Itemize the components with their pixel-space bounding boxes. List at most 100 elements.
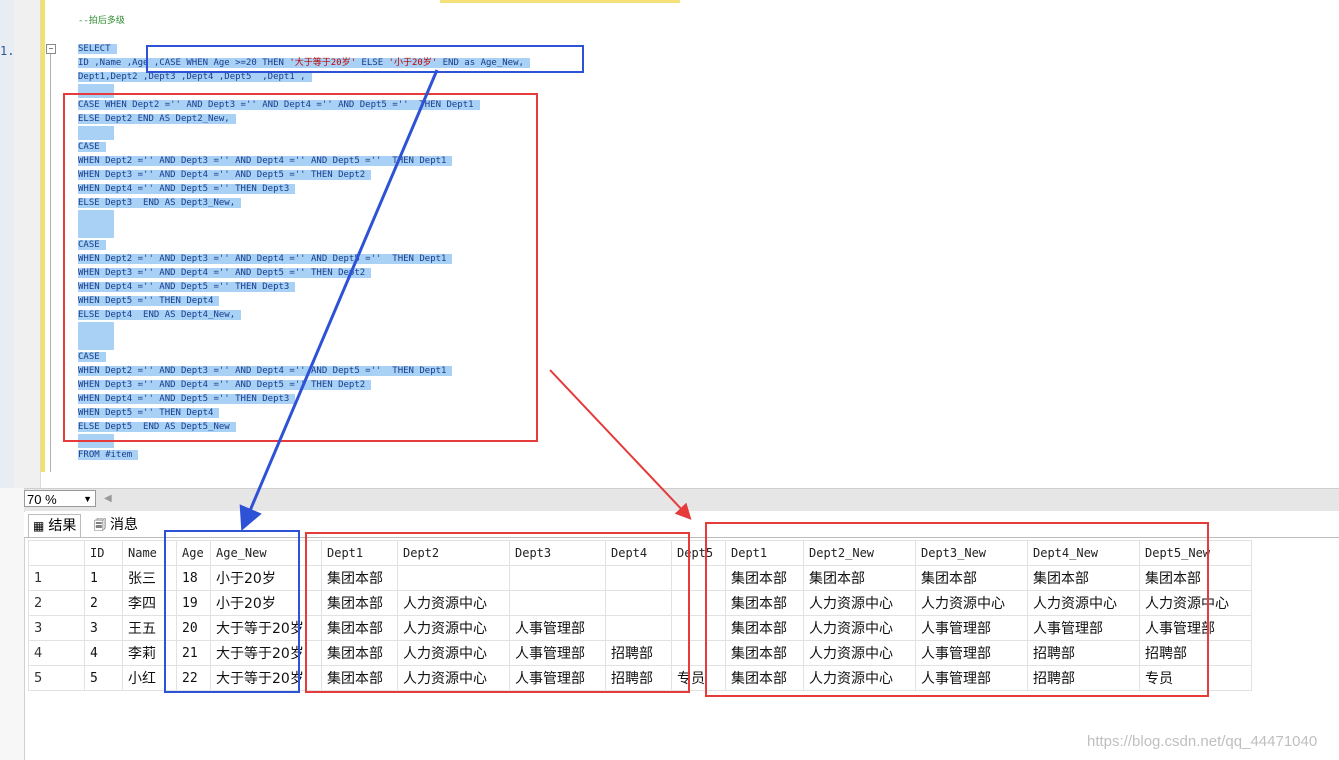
table-cell[interactable]: 大于等于20岁 [210, 615, 322, 641]
table-cell[interactable]: 人力资源中心 [1027, 590, 1140, 616]
table-cell[interactable]: 小红 [122, 665, 177, 691]
column-header[interactable]: Dept4 [605, 540, 672, 566]
row-number[interactable]: 3 [28, 615, 85, 641]
table-cell[interactable]: 3 [84, 615, 123, 641]
table-cell[interactable]: 人力资源中心 [397, 640, 510, 666]
table-cell[interactable]: 集团本部 [725, 665, 804, 691]
column-header[interactable]: Dept3 [509, 540, 606, 566]
column-header[interactable]: Dept4_New [1027, 540, 1140, 566]
column-header[interactable]: Dept2_New [803, 540, 916, 566]
table-cell[interactable]: 人力资源中心 [803, 615, 916, 641]
row-number[interactable]: 4 [28, 640, 85, 666]
table-cell[interactable] [671, 640, 726, 666]
row-number[interactable]: 1 [28, 565, 85, 591]
table-cell[interactable] [397, 565, 510, 591]
column-header[interactable]: Dept3_New [915, 540, 1028, 566]
table-cell[interactable]: 李四 [122, 590, 177, 616]
column-header[interactable]: Name [122, 540, 177, 566]
table-cell[interactable] [671, 615, 726, 641]
table-row[interactable]: 3 3 王五 20 大于等于20岁 集团本部 人力资源中心 人事管理部 集团本部 人力资源中心 人事… [28, 615, 1252, 641]
table-cell[interactable]: 人力资源中心 [803, 665, 916, 691]
row-number[interactable]: 2 [28, 590, 85, 616]
table-cell[interactable]: 王五 [122, 615, 177, 641]
table-cell[interactable]: 人力资源中心 [915, 590, 1028, 616]
table-cell[interactable]: 大于等于20岁 [210, 640, 322, 666]
table-cell[interactable]: 专员 [1139, 665, 1252, 691]
table-cell[interactable] [509, 565, 606, 591]
table-cell[interactable]: 人事管理部 [1139, 615, 1252, 641]
table-cell[interactable]: 人事管理部 [1027, 615, 1140, 641]
table-cell[interactable]: 集团本部 [321, 590, 398, 616]
table-row[interactable]: 5 5 小红 22 大于等于20岁 集团本部 人力资源中心 人事管理部 招聘部 专员 集团本部 人力资… [28, 665, 1252, 691]
table-cell[interactable]: 人事管理部 [915, 640, 1028, 666]
table-cell[interactable]: 集团本部 [321, 640, 398, 666]
table-cell[interactable]: 22 [176, 665, 211, 691]
zoom-dropdown[interactable]: 70 % ▼ [24, 490, 96, 507]
table-cell[interactable]: 集团本部 [321, 665, 398, 691]
table-cell[interactable] [671, 590, 726, 616]
column-header[interactable]: Dept1 [725, 540, 804, 566]
table-cell[interactable]: 招聘部 [1027, 665, 1140, 691]
table-cell[interactable]: 集团本部 [1027, 565, 1140, 591]
scroll-left-icon[interactable]: ◀ [104, 493, 112, 504]
column-header[interactable]: Dept2 [397, 540, 510, 566]
table-cell[interactable]: 招聘部 [1027, 640, 1140, 666]
table-cell[interactable]: 招聘部 [605, 640, 672, 666]
table-cell[interactable]: 集团本部 [321, 615, 398, 641]
table-cell[interactable]: 人力资源中心 [803, 590, 916, 616]
table-cell[interactable]: 20 [176, 615, 211, 641]
code-area[interactable]: --拍后多级 SELECT ID ,Name ,Age ,CASE WHEN Ag… [78, 14, 530, 462]
table-cell[interactable]: 李莉 [122, 640, 177, 666]
table-cell[interactable]: 张三 [122, 565, 177, 591]
table-cell[interactable]: 21 [176, 640, 211, 666]
tab-messages[interactable]: 🗐 消息 [90, 514, 142, 536]
table-cell[interactable]: 5 [84, 665, 123, 691]
table-cell[interactable]: 人事管理部 [509, 615, 606, 641]
table-cell[interactable]: 人事管理部 [915, 615, 1028, 641]
table-cell[interactable]: 1 [84, 565, 123, 591]
table-cell[interactable]: 大于等于20岁 [210, 665, 322, 691]
column-header[interactable]: Dept1 [321, 540, 398, 566]
column-header[interactable]: Dept5_New [1139, 540, 1252, 566]
table-cell[interactable]: 集团本部 [1139, 565, 1252, 591]
table-cell[interactable]: 人力资源中心 [397, 665, 510, 691]
table-cell[interactable]: 集团本部 [321, 565, 398, 591]
table-cell[interactable] [605, 590, 672, 616]
table-cell[interactable]: 集团本部 [803, 565, 916, 591]
table-cell[interactable]: 人力资源中心 [803, 640, 916, 666]
table-cell[interactable]: 集团本部 [915, 565, 1028, 591]
table-cell[interactable]: 人力资源中心 [397, 615, 510, 641]
table-cell[interactable]: 招聘部 [605, 665, 672, 691]
table-cell[interactable]: 人力资源中心 [397, 590, 510, 616]
collapse-toggle-icon[interactable]: − [46, 44, 56, 54]
table-cell[interactable]: 集团本部 [725, 590, 804, 616]
table-cell[interactable]: 人事管理部 [915, 665, 1028, 691]
table-cell[interactable]: 专员 [671, 665, 726, 691]
table-cell[interactable]: 小于20岁 [210, 590, 322, 616]
table-cell[interactable]: 招聘部 [1139, 640, 1252, 666]
table-cell[interactable] [605, 615, 672, 641]
column-header[interactable]: Age_New [210, 540, 322, 566]
table-cell[interactable] [671, 565, 726, 591]
table-cell[interactable]: 集团本部 [725, 565, 804, 591]
table-cell[interactable]: 集团本部 [725, 615, 804, 641]
table-row[interactable]: 4 4 李莉 21 大于等于20岁 集团本部 人力资源中心 人事管理部 招聘部 集团本部 人力资源中… [28, 640, 1252, 666]
results-grid[interactable]: ID Name Age Age_New Dept1 Dept2 Dept3 Dept4 Dept… [28, 540, 1252, 691]
column-header[interactable]: Age [176, 540, 211, 566]
column-header[interactable]: ID [84, 540, 123, 566]
row-header-corner[interactable] [28, 540, 85, 566]
table-cell[interactable] [605, 565, 672, 591]
row-number[interactable]: 5 [28, 665, 85, 691]
tab-results[interactable]: ▦ 结果 [28, 514, 82, 537]
table-cell[interactable]: 人事管理部 [509, 640, 606, 666]
table-cell[interactable]: 4 [84, 640, 123, 666]
table-cell[interactable]: 19 [176, 590, 211, 616]
table-row[interactable]: 2 2 李四 19 小于20岁 集团本部 人力资源中心 集团本部 人力资源中心 人力资源中心 人力资… [28, 590, 1252, 616]
table-cell[interactable]: 集团本部 [725, 640, 804, 666]
column-header[interactable]: Dept5 [671, 540, 726, 566]
table-cell[interactable]: 18 [176, 565, 211, 591]
table-cell[interactable]: 人力资源中心 [1139, 590, 1252, 616]
sql-editor[interactable]: 1. − --拍后多级 SELECT ID ,Name ,Age ,CASE WH… [0, 0, 1339, 488]
table-cell[interactable]: 2 [84, 590, 123, 616]
table-cell[interactable]: 人事管理部 [509, 665, 606, 691]
